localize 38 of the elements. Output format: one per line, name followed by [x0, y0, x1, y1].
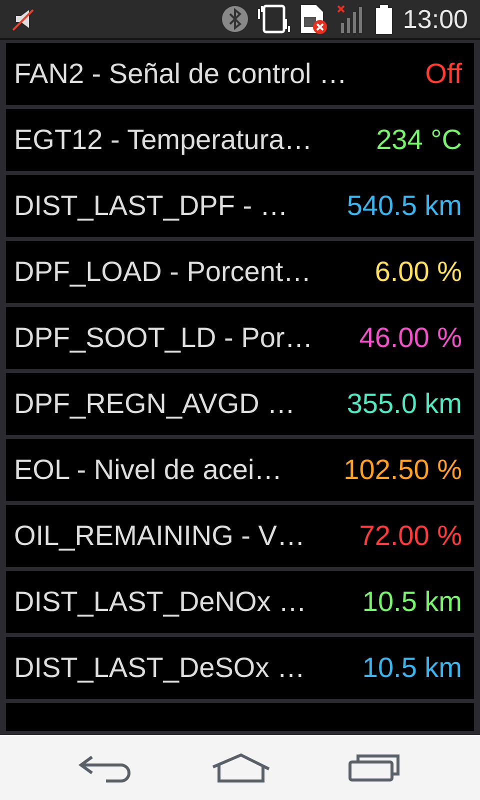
parameter-row[interactable]: FAN2 - Señal de control … Off — [6, 43, 474, 105]
parameter-name: EGT12 - Temperatura… — [14, 124, 312, 156]
parameter-value: 540.5 km — [346, 190, 462, 222]
home-icon[interactable] — [210, 752, 271, 782]
parameter-row[interactable]: DPF_REGN_AVGD … 355.0 km — [6, 373, 474, 435]
parameter-name: DIST_LAST_DeSOx … — [14, 652, 305, 684]
parameter-value: 10.5 km — [362, 586, 462, 618]
parameter-row[interactable]: DPF_LOAD - Porcent… 6.00 % — [6, 241, 474, 303]
parameter-row[interactable]: OIL_REMAINING - V… 72.00 % — [6, 505, 474, 567]
parameter-value: 355.0 km — [346, 388, 462, 420]
clock: 13:00 — [402, 4, 468, 34]
parameter-row[interactable]: DPF_SOOT_LD - Por… 46.00 % — [6, 307, 474, 369]
parameter-name: OIL_REMAINING - V… — [14, 520, 305, 552]
parameter-name: DIST_LAST_DeNOx … — [14, 586, 307, 618]
parameter-value: 72.00 % — [359, 520, 462, 552]
parameter-name: DPF_SOOT_LD - Por… — [14, 322, 313, 354]
parameter-row[interactable]: DIST_LAST_DPF - … 540.5 km — [6, 175, 474, 237]
parameter-name: DIST_LAST_DPF - … — [14, 190, 288, 222]
parameter-row[interactable]: DIST_LAST_DeNOx … 10.5 km — [6, 571, 474, 633]
parameter-row[interactable]: EGT12 - Temperatura… 234 °C — [6, 109, 474, 171]
parameter-name: FAN2 - Señal de control … — [14, 58, 348, 90]
sim-card-error-icon — [298, 3, 329, 35]
parameter-name: EOL - Nivel de acei… — [14, 454, 282, 486]
parameter-value: 6.00 % — [374, 256, 462, 288]
vibrate-icon — [256, 4, 291, 34]
parameter-name: DPF_REGN_AVGD … — [14, 388, 296, 420]
parameter-value: 102.50 % — [344, 454, 462, 486]
parameter-row[interactable]: EOL - Nivel de acei… 102.50 % — [6, 439, 474, 501]
parameter-value: 234 °C — [376, 124, 462, 156]
bluetooth-icon — [220, 5, 249, 33]
recent-apps-icon[interactable] — [348, 754, 402, 782]
parameter-name: DPF_LOAD - Porcent… — [14, 256, 312, 288]
parameter-row[interactable]: DIST_LAST_DeSOx … 10.5 km — [6, 637, 474, 699]
parameter-value: 46.00 % — [359, 322, 462, 354]
muted-speaker-icon — [12, 7, 36, 31]
parameter-value: 10.5 km — [362, 652, 462, 684]
parameter-value: Off — [425, 58, 462, 90]
battery-icon — [374, 4, 393, 34]
